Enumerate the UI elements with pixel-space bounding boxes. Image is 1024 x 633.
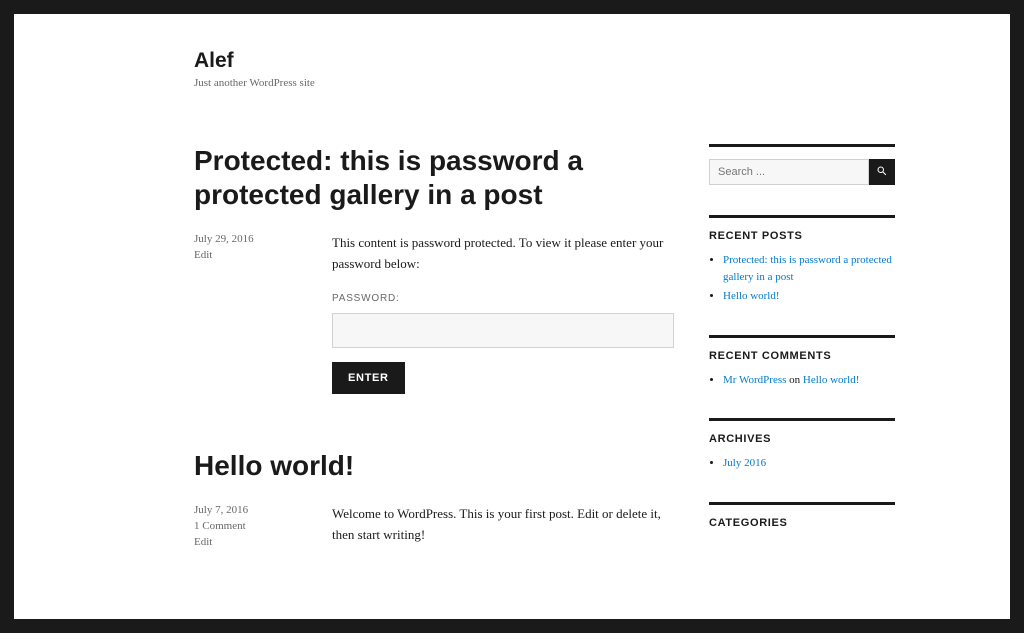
recent-comments-widget: RECENT COMMENTS Mr WordPress on Hello wo…: [709, 335, 895, 389]
site-header: Alef Just another WordPress site: [194, 49, 1010, 89]
search-widget: [709, 144, 895, 185]
post-title-link[interactable]: Hello world!: [194, 450, 354, 481]
widget-title: ARCHIVES: [709, 418, 895, 445]
site-title[interactable]: Alef: [194, 49, 1010, 73]
recent-posts-widget: RECENT POSTS Protected: this is password…: [709, 215, 895, 305]
edit-link[interactable]: Edit: [194, 536, 212, 548]
archives-widget: ARCHIVES July 2016: [709, 418, 895, 472]
post-meta: July 7, 2016 1 Comment Edit: [194, 504, 314, 552]
comment-target-link[interactable]: Hello world!: [803, 374, 860, 386]
site-tagline: Just another WordPress site: [194, 77, 1010, 89]
list-item: Mr WordPress on Hello world!: [723, 372, 895, 389]
password-input[interactable]: [332, 313, 674, 348]
search-input[interactable]: [709, 159, 869, 185]
comments-link[interactable]: 1 Comment: [194, 520, 246, 532]
search-button[interactable]: [869, 159, 895, 185]
main-content: Protected: this is password a protected …: [194, 144, 674, 607]
search-icon: [876, 165, 888, 180]
protected-message: This content is password protected. To v…: [332, 233, 674, 275]
list-item: Hello world!: [723, 288, 895, 305]
comment-author-link[interactable]: Mr WordPress: [723, 374, 786, 386]
post-body-text: Welcome to WordPress. This is your first…: [332, 504, 674, 546]
widget-title: RECENT POSTS: [709, 215, 895, 242]
comment-on-text: on: [786, 374, 803, 386]
post-date[interactable]: July 7, 2016: [194, 504, 248, 516]
enter-button[interactable]: ENTER: [332, 362, 405, 394]
edit-link[interactable]: Edit: [194, 249, 212, 261]
recent-post-link[interactable]: Hello world!: [723, 290, 780, 302]
categories-widget: CATEGORIES: [709, 502, 895, 529]
recent-post-link[interactable]: Protected: this is password a protected …: [723, 254, 892, 283]
post-hello-world: Hello world! July 7, 2016 1 Comment Edit…: [194, 449, 674, 553]
widget-title: CATEGORIES: [709, 502, 895, 529]
post-title-link[interactable]: Protected: this is password a protected …: [194, 145, 583, 210]
list-item: Protected: this is password a protected …: [723, 252, 895, 285]
password-label: PASSWORD:: [332, 291, 674, 307]
post-protected: Protected: this is password a protected …: [194, 144, 674, 394]
list-item: July 2016: [723, 455, 895, 472]
archive-link[interactable]: July 2016: [723, 457, 766, 469]
post-date[interactable]: July 29, 2016: [194, 233, 254, 245]
post-meta: July 29, 2016 Edit: [194, 233, 314, 394]
sidebar: RECENT POSTS Protected: this is password…: [709, 144, 895, 607]
widget-title: RECENT COMMENTS: [709, 335, 895, 362]
